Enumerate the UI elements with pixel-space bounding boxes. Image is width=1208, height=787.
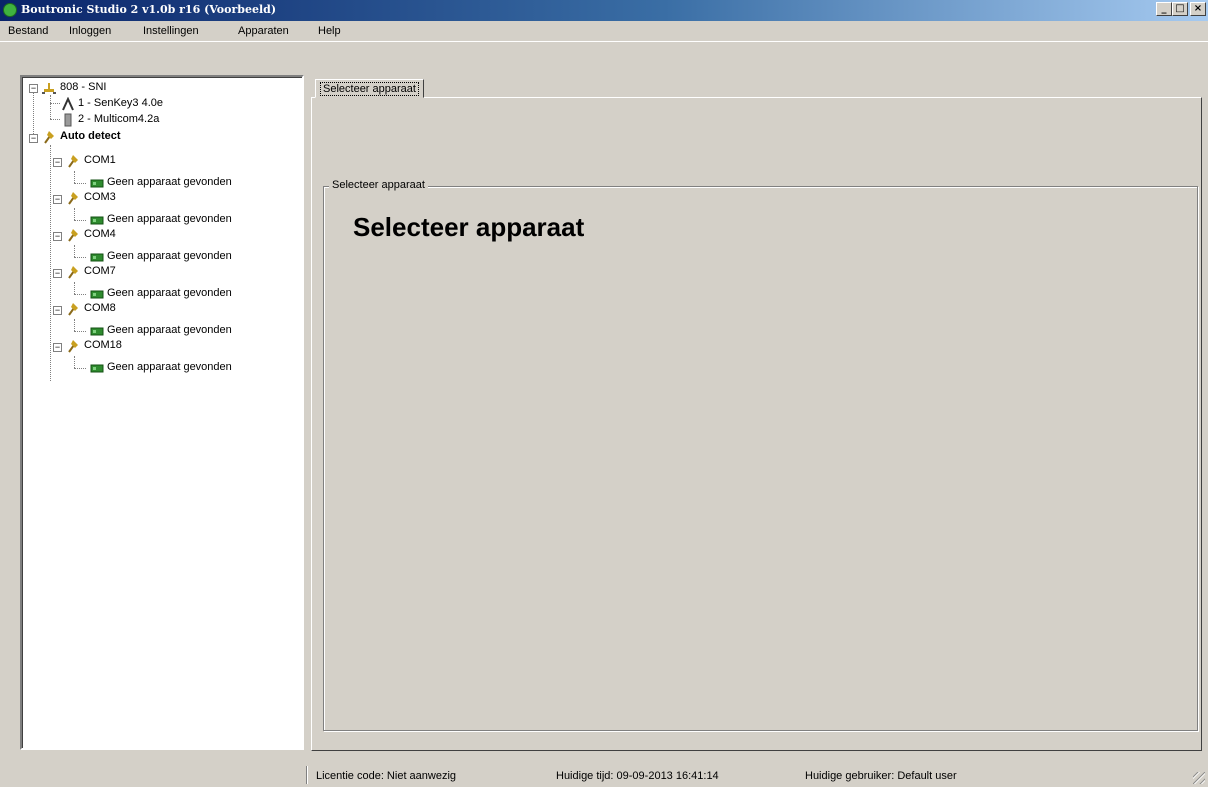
tab-page: Selecteer apparaat Selecteer apparaat — [311, 97, 1202, 751]
app-icon — [3, 3, 17, 17]
device-icon — [90, 290, 104, 299]
tree-line — [74, 220, 86, 221]
plug-icon — [68, 340, 78, 353]
tree-node-com18[interactable]: COM18 — [84, 339, 122, 351]
collapse-icon[interactable]: − — [53, 158, 62, 167]
page-heading: Selecteer apparaat — [353, 212, 585, 242]
tree-node-auto-detect[interactable]: Auto detect — [60, 130, 121, 142]
tree-line — [74, 368, 86, 369]
collapse-icon[interactable]: − — [29, 134, 38, 143]
plug-icon — [68, 229, 78, 242]
plug-icon — [68, 303, 78, 316]
menu-apparaten[interactable]: Apparaten — [238, 25, 289, 37]
tree-line — [50, 95, 51, 119]
device-icon — [90, 216, 104, 225]
tree-node-com8[interactable]: COM8 — [84, 302, 116, 314]
menu-instellingen[interactable]: Instellingen — [143, 25, 199, 37]
tab-selecteer-apparaat[interactable]: Selecteer apparaat — [315, 79, 424, 98]
menu-bestand[interactable]: Bestand — [8, 25, 48, 37]
tree-node-808-sni[interactable]: 808 - SNI — [60, 81, 106, 93]
tree-line — [74, 171, 75, 183]
tree-line — [74, 245, 75, 257]
tree-line — [50, 145, 51, 381]
network-icon — [42, 83, 56, 94]
collapse-icon[interactable]: − — [53, 269, 62, 278]
tree-line — [74, 294, 86, 295]
tree-node-com1[interactable]: COM1 — [84, 154, 116, 166]
tree-line — [74, 356, 75, 368]
plug-icon — [68, 155, 78, 168]
window-controls: _ □ × — [1156, 2, 1206, 16]
plug-icon — [44, 131, 54, 144]
tree-line — [50, 119, 60, 120]
tree-node-com4[interactable]: COM4 — [84, 228, 116, 240]
device-tree[interactable]: − 808 - SNI 1 - SenKey3 4.0e 2 - Multico… — [20, 75, 304, 750]
collapse-icon[interactable]: − — [53, 306, 62, 315]
device-icon — [90, 327, 104, 336]
status-separator — [306, 766, 308, 784]
collapse-icon[interactable]: − — [53, 232, 62, 241]
menu-inloggen[interactable]: Inloggen — [69, 25, 111, 37]
group-legend: Selecteer apparaat — [329, 179, 428, 191]
tree-line — [50, 103, 60, 104]
tree-line — [74, 331, 86, 332]
tree-line — [74, 183, 86, 184]
tree-node-com7[interactable]: COM7 — [84, 265, 116, 277]
collapse-icon[interactable]: − — [29, 84, 38, 93]
plug-icon — [68, 266, 78, 279]
window-title: Boutronic Studio 2 v1.0b r16 (Voorbeeld) — [21, 3, 277, 16]
collapse-icon[interactable]: − — [53, 343, 62, 352]
tree-line — [33, 90, 34, 138]
status-bar: Licentie code: Niet aanwezig Huidige tij… — [0, 763, 1208, 787]
device-icon — [64, 113, 72, 127]
tree-line — [74, 282, 75, 294]
menu-help[interactable]: Help — [318, 25, 341, 37]
tree-node-no-device[interactable]: Geen apparaat gevonden — [107, 176, 232, 188]
collapse-icon[interactable]: − — [53, 195, 62, 204]
maximize-button[interactable]: □ — [1172, 2, 1188, 16]
device-icon — [90, 253, 104, 262]
tree-node-no-device[interactable]: Geen apparaat gevonden — [107, 324, 232, 336]
status-license: Licentie code: Niet aanwezig — [316, 770, 457, 782]
tree-line — [74, 319, 75, 331]
tree-node-no-device[interactable]: Geen apparaat gevonden — [107, 213, 232, 225]
menu-bar: Bestand Inloggen Instellingen Apparaten … — [0, 21, 1208, 42]
close-button[interactable]: × — [1190, 2, 1206, 16]
status-time: Huidige tijd: 09-09-2013 16:41:14 — [556, 770, 719, 782]
tree-line — [74, 257, 86, 258]
plug-icon — [68, 192, 78, 205]
title-bar[interactable]: Boutronic Studio 2 v1.0b r16 (Voorbeeld)… — [0, 0, 1208, 21]
tree-node-no-device[interactable]: Geen apparaat gevonden — [107, 361, 232, 373]
resize-grip-icon[interactable] — [1193, 772, 1205, 784]
device-icon — [90, 179, 104, 188]
tree-node-no-device[interactable]: Geen apparaat gevonden — [107, 287, 232, 299]
tab-label: Selecteer apparaat — [320, 82, 419, 96]
tree-node-com3[interactable]: COM3 — [84, 191, 116, 203]
tree-node-multicom[interactable]: 2 - Multicom4.2a — [78, 113, 159, 125]
tree-node-no-device[interactable]: Geen apparaat gevonden — [107, 250, 232, 262]
select-device-group: Selecteer apparaat — [323, 179, 1198, 731]
tree-line — [74, 208, 75, 220]
tree-node-senkey[interactable]: 1 - SenKey3 4.0e — [78, 97, 163, 109]
device-icon — [90, 364, 104, 373]
content-pane: Selecteer apparaat Selecteer apparaat Se… — [311, 76, 1208, 752]
minimize-button[interactable]: _ — [1156, 2, 1172, 16]
status-user: Huidige gebruiker: Default user — [805, 770, 957, 782]
sensor-icon — [62, 97, 74, 111]
